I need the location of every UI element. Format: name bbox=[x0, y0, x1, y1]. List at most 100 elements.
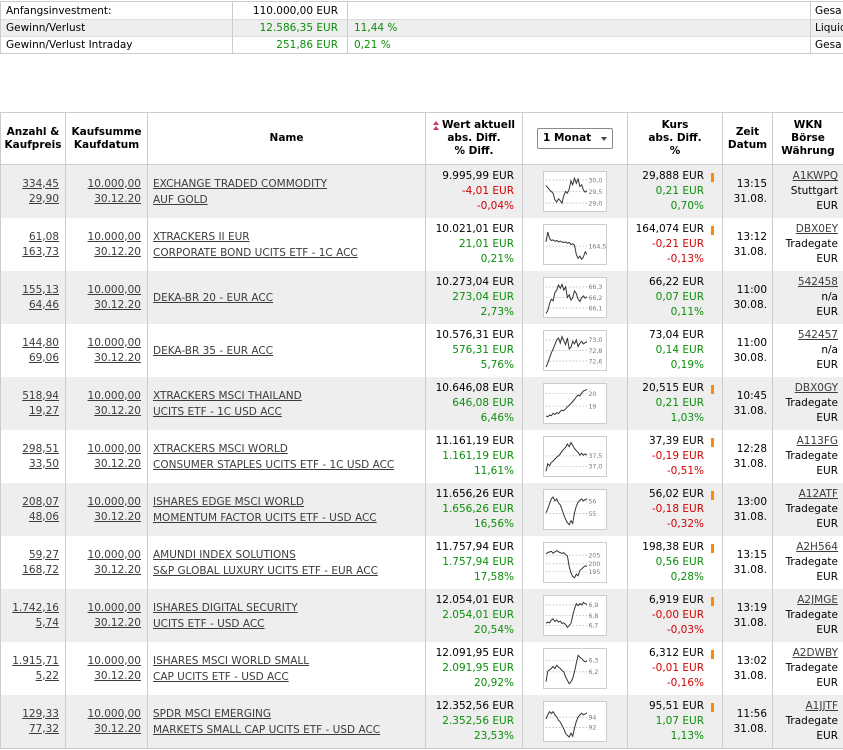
quantity-link[interactable]: 144,80 bbox=[22, 336, 59, 351]
instrument-name-link[interactable]: XTRACKERS MSCI THAILAND bbox=[153, 388, 302, 404]
instrument-name-link-line2[interactable]: UCITS ETF - USD ACC bbox=[153, 616, 265, 632]
buy-price-link[interactable]: 5,22 bbox=[36, 669, 59, 684]
sparkline-chart[interactable]: 6,96,86,7 bbox=[543, 595, 607, 636]
buy-price-link[interactable]: 29,90 bbox=[29, 192, 59, 207]
sparkline-chart[interactable]: 2019 bbox=[543, 383, 607, 424]
sparkline-chart[interactable]: 37,537,0 bbox=[543, 436, 607, 477]
name-cell: XTRACKERS MSCI WORLD CONSUMER STAPLES UC… bbox=[148, 430, 426, 483]
wkn-link[interactable]: A2DWBY bbox=[793, 646, 838, 661]
wkn-link[interactable]: 542457 bbox=[798, 328, 838, 343]
instrument-name-link-line2[interactable]: CONSUMER STAPLES UCITS ETF - 1C USD ACC bbox=[153, 457, 394, 473]
wkn-link[interactable]: DBX0GY bbox=[795, 381, 838, 396]
quote-date: 31.08. bbox=[734, 457, 767, 472]
instrument-name-link[interactable]: AMUNDI INDEX SOLUTIONS bbox=[153, 547, 296, 563]
wkn-link[interactable]: 542458 bbox=[798, 275, 838, 290]
quote-abs-diff: -0,21 EUR bbox=[652, 237, 704, 252]
sparkline-chart[interactable]: 6,36,2 bbox=[543, 648, 607, 689]
buy-date-link[interactable]: 30.12.20 bbox=[94, 563, 141, 578]
exchange: Tradegate bbox=[786, 608, 838, 623]
instrument-name-link-line2[interactable]: MARKETS SMALL CAP UCITS ETF - USD ACC bbox=[153, 722, 380, 738]
sparkline-chart[interactable]: 9492 bbox=[543, 701, 607, 742]
instrument-name-link-line2[interactable]: UCITS ETF - 1C USD ACC bbox=[153, 404, 282, 420]
quantity-link[interactable]: 1.742,16 bbox=[12, 601, 59, 616]
instrument-name-link-line2[interactable]: AUF GOLD bbox=[153, 192, 208, 208]
instrument-name-link[interactable]: ISHARES EDGE MSCI WORLD bbox=[153, 494, 304, 510]
instrument-name-link[interactable]: ISHARES MSCI WORLD SMALL bbox=[153, 653, 309, 669]
quantity-link[interactable]: 129,33 bbox=[22, 707, 59, 722]
buy-price-link[interactable]: 69,06 bbox=[29, 351, 59, 366]
buy-date-link[interactable]: 30.12.20 bbox=[94, 404, 141, 419]
quantity-link[interactable]: 1.915,71 bbox=[12, 654, 59, 669]
quote-abs-diff: -0,00 EUR bbox=[652, 608, 704, 623]
buy-sum-link[interactable]: 10.000,00 bbox=[88, 283, 141, 298]
instrument-name-link-line2[interactable]: CAP UCITS ETF - USD ACC bbox=[153, 669, 289, 685]
col-header-name: Name bbox=[148, 113, 426, 164]
instrument-name-link[interactable]: SPDR MSCI EMERGING bbox=[153, 706, 271, 722]
quantity-link[interactable]: 518,94 bbox=[22, 389, 59, 404]
buy-price-link[interactable]: 5,74 bbox=[36, 616, 59, 631]
sparkline-chart[interactable]: 205200195 bbox=[543, 542, 607, 583]
buy-date-link[interactable]: 30.12.20 bbox=[94, 510, 141, 525]
buy-sum-link[interactable]: 10.000,00 bbox=[88, 495, 141, 510]
sparkline-chart[interactable]: 73,072,872,6 bbox=[543, 330, 607, 371]
buy-date-link[interactable]: 30.12.20 bbox=[94, 351, 141, 366]
sparkline-chart[interactable]: 164,5 bbox=[543, 224, 607, 265]
buy-sum-link[interactable]: 10.000,00 bbox=[88, 654, 141, 669]
quantity-link[interactable]: 208,07 bbox=[22, 495, 59, 510]
buy-sum-cell: 10.000,00 30.12.20 bbox=[66, 324, 148, 377]
buy-price-link[interactable]: 77,32 bbox=[29, 722, 59, 737]
buy-date-link[interactable]: 30.12.20 bbox=[94, 245, 141, 260]
instrument-name-link[interactable]: DEKA-BR 35 - EUR ACC bbox=[153, 343, 273, 359]
sparkline-chart[interactable]: 5655 bbox=[543, 489, 607, 530]
buy-date-link[interactable]: 30.12.20 bbox=[94, 722, 141, 737]
buy-price-link[interactable]: 64,46 bbox=[29, 298, 59, 313]
buy-date-link[interactable]: 30.12.20 bbox=[94, 298, 141, 313]
quantity-link[interactable]: 59,27 bbox=[29, 548, 59, 563]
currency: EUR bbox=[816, 729, 838, 744]
instrument-name-link-line2[interactable]: CORPORATE BOND UCITS ETF - 1C ACC bbox=[153, 245, 358, 261]
instrument-name-link-line2[interactable]: MOMENTUM FACTOR UCITS ETF - USD ACC bbox=[153, 510, 377, 526]
buy-sum-link[interactable]: 10.000,00 bbox=[88, 230, 141, 245]
buy-price-link[interactable]: 163,73 bbox=[22, 245, 59, 260]
wkn-link[interactable]: A1KWPQ bbox=[793, 169, 838, 184]
quantity-link[interactable]: 298,51 bbox=[22, 442, 59, 457]
buy-date-link[interactable]: 30.12.20 bbox=[94, 616, 141, 631]
instrument-name-link[interactable]: DEKA-BR 20 - EUR ACC bbox=[153, 290, 273, 306]
header-line: abs. Diff. bbox=[648, 132, 701, 145]
instrument-name-link[interactable]: XTRACKERS MSCI WORLD bbox=[153, 441, 288, 457]
buy-date-link[interactable]: 30.12.20 bbox=[94, 457, 141, 472]
buy-date-link[interactable]: 30.12.20 bbox=[94, 669, 141, 684]
buy-date-link[interactable]: 30.12.20 bbox=[94, 192, 141, 207]
buy-sum-link[interactable]: 10.000,00 bbox=[88, 601, 141, 616]
wkn-link[interactable]: DBX0EY bbox=[796, 222, 838, 237]
buy-price-link[interactable]: 19,27 bbox=[29, 404, 59, 419]
quantity-link[interactable]: 61,08 bbox=[29, 230, 59, 245]
wkn-link[interactable]: A1JJTF bbox=[805, 699, 838, 714]
instrument-name-link[interactable]: EXCHANGE TRADED COMMODITY bbox=[153, 176, 327, 192]
buy-sum-link[interactable]: 10.000,00 bbox=[88, 336, 141, 351]
buy-price-link[interactable]: 168,72 bbox=[22, 563, 59, 578]
instrument-name-link[interactable]: XTRACKERS II EUR bbox=[153, 229, 250, 245]
summary-label: Anfangsinvestment: bbox=[1, 2, 233, 19]
wkn-link[interactable]: A2JMGE bbox=[797, 593, 838, 608]
buy-sum-link[interactable]: 10.000,00 bbox=[88, 707, 141, 722]
period-select[interactable]: 1 Monat bbox=[537, 128, 613, 149]
realtime-indicator-icon bbox=[711, 438, 714, 447]
instrument-name-link[interactable]: ISHARES DIGITAL SECURITY bbox=[153, 600, 298, 616]
quantity-link[interactable]: 334,45 bbox=[22, 177, 59, 192]
buy-sum-link[interactable]: 10.000,00 bbox=[88, 177, 141, 192]
buy-price-link[interactable]: 48,06 bbox=[29, 510, 59, 525]
sparkline-chart[interactable]: 66,366,266,1 bbox=[543, 277, 607, 318]
col-header-wert-aktuell[interactable]: Wert aktuell abs. Diff. % Diff. bbox=[426, 113, 523, 164]
wkn-link[interactable]: A12ATF bbox=[799, 487, 838, 502]
sparkline-chart[interactable]: 30,029,529,0 bbox=[543, 171, 607, 212]
buy-sum-link[interactable]: 10.000,00 bbox=[88, 389, 141, 404]
id-cell: DBX0EY Tradegate EUR bbox=[773, 218, 843, 271]
buy-price-link[interactable]: 33,50 bbox=[29, 457, 59, 472]
buy-sum-link[interactable]: 10.000,00 bbox=[88, 548, 141, 563]
wkn-link[interactable]: A113FG bbox=[797, 434, 838, 449]
buy-sum-link[interactable]: 10.000,00 bbox=[88, 442, 141, 457]
quantity-link[interactable]: 155,13 bbox=[22, 283, 59, 298]
wkn-link[interactable]: A2H564 bbox=[796, 540, 838, 555]
instrument-name-link-line2[interactable]: S&P GLOBAL LUXURY UCITS ETF - EUR ACC bbox=[153, 563, 378, 579]
